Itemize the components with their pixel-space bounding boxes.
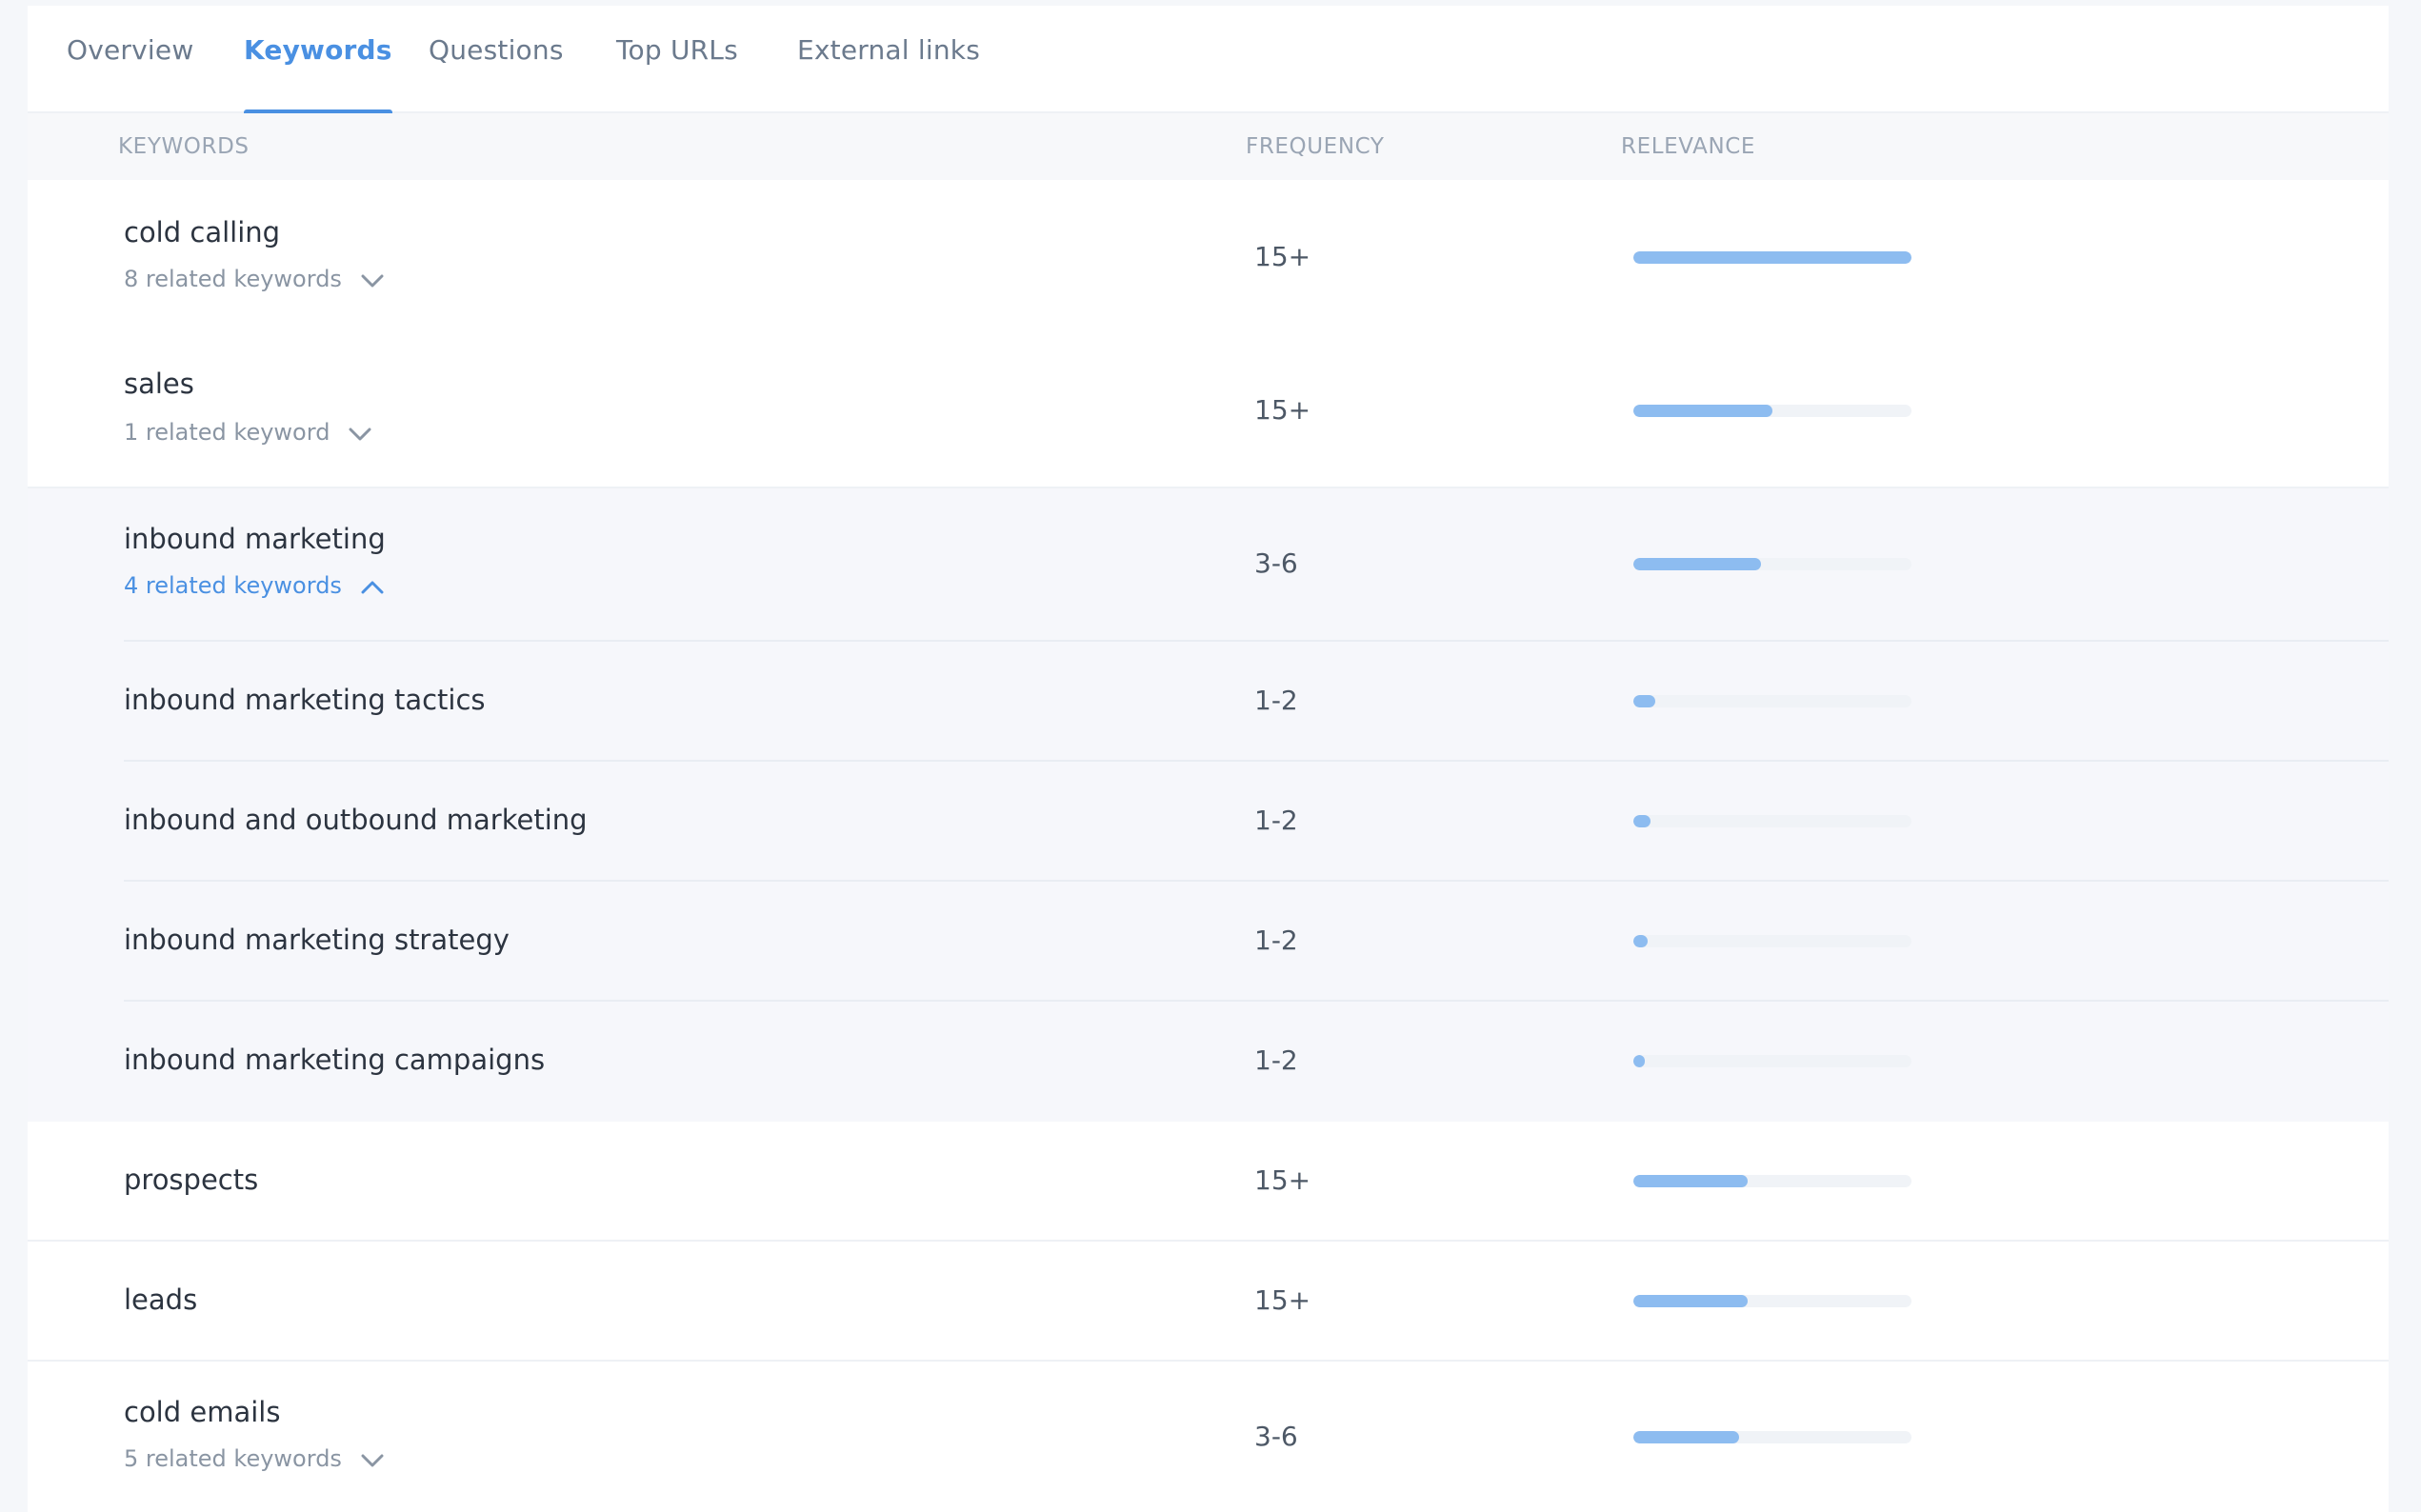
keyword-name: sales xyxy=(124,368,194,400)
keyword-name: inbound marketing campaigns xyxy=(124,1044,546,1076)
relevance-bar xyxy=(1633,1175,1911,1187)
frequency-value: 15+ xyxy=(1254,1284,1311,1316)
related-keywords-toggle[interactable]: 1 related keyword xyxy=(124,419,371,447)
tab-external-links[interactable]: External links xyxy=(797,34,980,111)
relevance-bar xyxy=(1633,1055,1911,1067)
chevron-down-icon xyxy=(361,267,384,293)
table-row[interactable]: cold emails 5 related keywords 3-6 xyxy=(28,1362,2389,1512)
chevron-down-icon xyxy=(349,420,371,447)
related-keyword-row[interactable]: inbound marketing tactics 1-2 xyxy=(28,642,2389,762)
table-header: KEYWORDS FREQUENCY RELEVANCE xyxy=(28,113,2389,180)
tab-bar: Overview Keywords Questions Top URLs Ext… xyxy=(28,6,2389,114)
keyword-name: inbound marketing xyxy=(124,523,386,555)
relevance-bar-fill xyxy=(1633,1295,1748,1307)
frequency-value: 15+ xyxy=(1254,394,1311,426)
related-keywords-toggle[interactable]: 5 related keywords xyxy=(124,1445,384,1473)
related-keyword-row[interactable]: inbound and outbound marketing 1-2 xyxy=(28,762,2389,882)
tab-top-urls[interactable]: Top URLs xyxy=(616,34,738,111)
relevance-bar-fill xyxy=(1633,1175,1748,1187)
related-keywords-label: 8 related keywords xyxy=(124,266,342,292)
frequency-value: 3-6 xyxy=(1254,1421,1298,1452)
relevance-bar-fill xyxy=(1633,1055,1645,1067)
relevance-bar-fill xyxy=(1633,695,1656,707)
relevance-bar xyxy=(1633,558,1911,570)
keyword-name: leads xyxy=(124,1283,198,1316)
keyword-name: inbound marketing strategy xyxy=(124,924,510,956)
relevance-bar-fill xyxy=(1633,815,1651,827)
frequency-value: 15+ xyxy=(1254,1164,1311,1196)
relevance-bar xyxy=(1633,935,1911,947)
frequency-value: 3-6 xyxy=(1254,547,1298,579)
frequency-value: 1-2 xyxy=(1254,685,1298,716)
relevance-bar xyxy=(1633,405,1911,417)
frequency-value: 15+ xyxy=(1254,241,1311,272)
relevance-bar-fill xyxy=(1633,405,1772,417)
relevance-bar xyxy=(1633,1431,1911,1443)
frequency-value: 1-2 xyxy=(1254,925,1298,956)
relevance-bar-fill xyxy=(1633,935,1648,947)
keyword-name: cold emails xyxy=(124,1396,281,1428)
related-keywords-label: 5 related keywords xyxy=(124,1445,342,1472)
table-row[interactable]: sales 1 related keyword 15+ xyxy=(28,333,2389,488)
relevance-bar xyxy=(1633,695,1911,707)
tab-keywords[interactable]: Keywords xyxy=(244,34,392,114)
relevance-bar xyxy=(1633,1295,1911,1307)
keyword-name: inbound marketing tactics xyxy=(124,684,486,716)
table-row[interactable]: prospects 15+ xyxy=(28,1122,2389,1242)
table-row[interactable]: cold calling 8 related keywords 15+ xyxy=(28,180,2389,335)
relevance-bar xyxy=(1633,251,1911,264)
keyword-name: inbound and outbound marketing xyxy=(124,804,588,836)
related-keywords-label: 1 related keyword xyxy=(124,419,330,446)
frequency-value: 1-2 xyxy=(1254,805,1298,836)
column-header-relevance[interactable]: RELEVANCE xyxy=(1621,134,1755,159)
relevance-bar-fill xyxy=(1633,1431,1739,1443)
frequency-value: 1-2 xyxy=(1254,1044,1298,1076)
relevance-bar-fill xyxy=(1633,251,1911,264)
related-keyword-row[interactable]: inbound marketing strategy 1-2 xyxy=(28,882,2389,1002)
related-keywords-toggle[interactable]: 8 related keywords xyxy=(124,266,384,293)
related-keyword-row[interactable]: inbound marketing campaigns 1-2 xyxy=(28,1002,2389,1122)
related-keywords-label: 4 related keywords xyxy=(124,572,342,599)
keyword-name: cold calling xyxy=(124,216,281,249)
keywords-panel: Overview Keywords Questions Top URLs Ext… xyxy=(28,6,2389,1512)
chevron-down-icon xyxy=(361,1446,384,1473)
relevance-bar xyxy=(1633,815,1911,827)
table-row-expanded[interactable]: inbound marketing 4 related keywords 3-6 xyxy=(28,488,2389,642)
relevance-bar-fill xyxy=(1633,558,1762,570)
column-header-keywords[interactable]: KEYWORDS xyxy=(118,134,250,159)
chevron-up-icon xyxy=(361,573,384,600)
table-row[interactable]: leads 15+ xyxy=(28,1242,2389,1362)
tab-questions[interactable]: Questions xyxy=(429,34,564,111)
column-header-frequency[interactable]: FREQUENCY xyxy=(1246,134,1385,159)
related-keywords-toggle[interactable]: 4 related keywords xyxy=(124,572,384,600)
tab-overview[interactable]: Overview xyxy=(67,34,193,111)
keyword-name: prospects xyxy=(124,1164,259,1196)
